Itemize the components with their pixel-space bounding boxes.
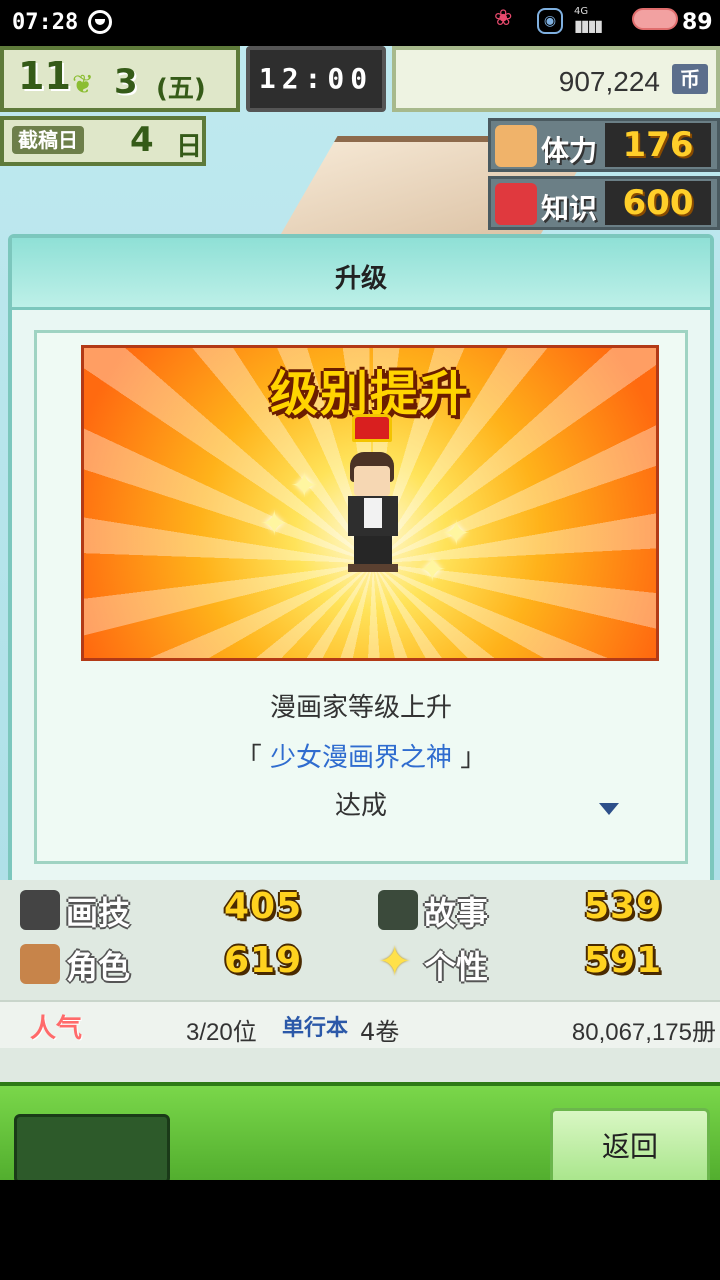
back-button[interactable]: 返回 bbox=[550, 1108, 710, 1180]
game-clock: 12:00 bbox=[246, 46, 386, 112]
stamina-value: 176 bbox=[605, 123, 711, 167]
deadline-panel: 截稿日 4 日 bbox=[0, 116, 206, 166]
sparkle-icon: ✦ bbox=[290, 466, 319, 506]
battery-level: 89 bbox=[682, 10, 713, 35]
dialog-title: 升级 bbox=[334, 264, 387, 294]
drawing-icon bbox=[20, 890, 60, 930]
dialog-titlebar: 升级 bbox=[12, 238, 710, 310]
month: 11 bbox=[18, 54, 71, 98]
sparkle-icon: ✦ bbox=[442, 514, 471, 554]
message-line-1: 漫画家等级上升 bbox=[269, 693, 452, 723]
bottom-bar: 返回 bbox=[0, 1082, 720, 1180]
status-time: 07:28 bbox=[12, 10, 79, 35]
owl-icon: ◉ bbox=[537, 8, 563, 34]
notification-icon bbox=[88, 10, 112, 34]
stamina-label: 体力 bbox=[541, 134, 598, 167]
battery-icon bbox=[632, 8, 678, 30]
character-value: 619 bbox=[224, 940, 303, 981]
book-icon bbox=[378, 890, 418, 930]
personality-value: 591 bbox=[584, 940, 663, 981]
leaf-icon: ❦ bbox=[72, 70, 94, 100]
art-value: 405 bbox=[224, 886, 303, 927]
level-up-dialog[interactable]: 升级 级别提升 ✦ ✦ ✦ ✦ 漫画家等级上升 「 少女漫画界之神 」 达成 bbox=[8, 234, 714, 888]
deadline-unit: 日 bbox=[176, 132, 203, 162]
deadline-label: 截稿日 bbox=[12, 126, 84, 154]
bracket-close: 」 bbox=[460, 743, 487, 773]
status-bar: 07:28 ❀ ◉ 4G ▮▮▮▮ 89 bbox=[0, 0, 720, 46]
paw-icon: ❀ bbox=[494, 6, 513, 31]
sparkle-icon: ✦ bbox=[418, 550, 447, 590]
knowledge-label: 知识 bbox=[541, 192, 598, 225]
character-label: 角色 bbox=[66, 948, 131, 986]
knowledge-panel: 知识 600 bbox=[488, 176, 720, 230]
stat-row-2: 角色 619 ✦ 个性 591 bbox=[0, 938, 720, 990]
stamina-panel: 体力 176 bbox=[488, 118, 720, 172]
week: 3 bbox=[114, 62, 138, 102]
money-amount: 907,224 bbox=[558, 66, 660, 97]
stat-row-1: 画技 405 故事 539 bbox=[0, 884, 720, 936]
next-arrow-icon[interactable] bbox=[599, 803, 619, 815]
personality-label: 个性 bbox=[424, 948, 489, 986]
muscle-icon bbox=[495, 125, 537, 167]
money-panel: 907,224 币 bbox=[392, 46, 720, 112]
popularity-label: 人气 bbox=[30, 1014, 83, 1044]
message-line-3: 达成 bbox=[334, 791, 387, 821]
sparkle-icon: ✦ bbox=[260, 504, 289, 544]
date-panel: 11 ❦ 3 (五) bbox=[0, 46, 240, 112]
disabled-button[interactable] bbox=[14, 1114, 170, 1180]
bracket-open: 「 bbox=[235, 743, 262, 773]
dialog-body: 级别提升 ✦ ✦ ✦ ✦ 漫画家等级上升 「 少女漫画界之神 」 达成 bbox=[34, 330, 688, 864]
stats-panel: 画技 405 故事 539 角色 619 ✦ 个性 591 bbox=[0, 880, 720, 1090]
popularity-rank: 3/20位 bbox=[186, 1019, 257, 1046]
character-icon bbox=[20, 944, 60, 984]
art-label: 画技 bbox=[66, 894, 131, 932]
game-screen: 11 ❦ 3 (五) 12:00 907,224 币 截稿日 4 日 体力 17… bbox=[0, 46, 720, 1180]
volumes-label: 单行本 bbox=[282, 1016, 349, 1041]
crown-icon bbox=[352, 414, 392, 442]
story-value: 539 bbox=[584, 886, 663, 927]
manga-artist-character bbox=[340, 452, 406, 572]
level-up-banner: 级别提升 ✦ ✦ ✦ ✦ bbox=[81, 345, 659, 661]
popularity-row: 人气 3/20位 单行本 4卷 80,067,175册 bbox=[0, 1000, 720, 1048]
story-label: 故事 bbox=[424, 894, 489, 932]
book-icon bbox=[495, 183, 537, 225]
message-line-2: 「 少女漫画界之神 」 bbox=[37, 737, 685, 774]
sparkle-icon: ✦ bbox=[378, 939, 412, 985]
weekday: (五) bbox=[156, 74, 206, 104]
volumes-count: 4卷 bbox=[360, 1018, 400, 1046]
deadline-days: 4 bbox=[130, 120, 154, 160]
currency-icon: 币 bbox=[672, 64, 708, 94]
knowledge-value: 600 bbox=[605, 181, 711, 225]
rank-title: 少女漫画界之神 bbox=[269, 743, 452, 773]
sales-count: 80,067,175册 bbox=[571, 1019, 716, 1046]
signal-icon: ▮▮▮▮ bbox=[574, 16, 603, 35]
